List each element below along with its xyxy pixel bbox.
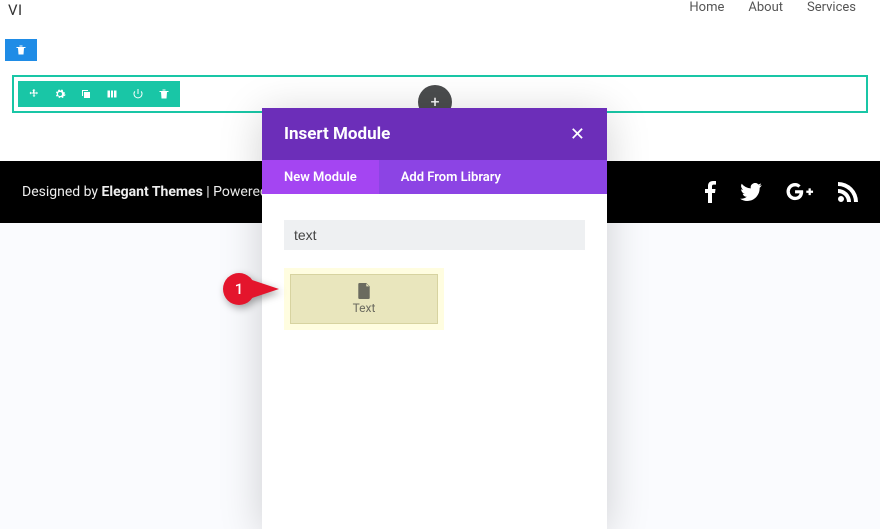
site-logo[interactable]: VI: [8, 0, 23, 19]
gear-icon[interactable]: [54, 88, 66, 100]
power-icon[interactable]: [132, 88, 144, 100]
insert-module-modal: Insert Module ✕ New Module Add From Libr…: [262, 108, 607, 529]
module-search-input[interactable]: [284, 220, 585, 250]
social-icons: [704, 181, 858, 203]
footer-text: Designed by Elegant Themes | Powered by: [22, 184, 286, 200]
tab-new-module[interactable]: New Module: [262, 160, 379, 194]
modal-tabs: New Module Add From Library: [262, 160, 607, 194]
modal-title: Insert Module: [284, 124, 390, 144]
module-text-label: Text: [353, 301, 376, 315]
nav-about[interactable]: About: [748, 0, 783, 15]
close-icon[interactable]: ✕: [570, 124, 585, 145]
twitter-icon[interactable]: [740, 183, 762, 201]
section-delete-button[interactable]: [5, 39, 37, 61]
top-nav: VI Home About Services: [0, 0, 880, 27]
modal-body: Text: [262, 194, 607, 529]
nav-services[interactable]: Services: [807, 0, 856, 15]
footer-prefix: Designed by: [22, 184, 102, 200]
row-toolbar[interactable]: [18, 81, 180, 107]
duplicate-icon[interactable]: [80, 88, 92, 100]
facebook-icon[interactable]: [704, 181, 716, 203]
modal-header[interactable]: Insert Module ✕: [262, 108, 607, 160]
annotation-callout: 1: [223, 273, 255, 305]
move-icon[interactable]: [28, 88, 40, 100]
nav-home[interactable]: Home: [689, 0, 724, 15]
module-text-tile[interactable]: Text: [290, 274, 438, 324]
footer-brand[interactable]: Elegant Themes: [102, 184, 203, 200]
nav-links: Home About Services: [689, 0, 856, 15]
google-plus-icon[interactable]: [786, 183, 814, 201]
trash-icon[interactable]: [158, 88, 170, 100]
text-module-icon: [357, 283, 371, 299]
annotation-number: 1: [223, 273, 255, 305]
rss-icon[interactable]: [838, 182, 858, 202]
columns-icon[interactable]: [106, 88, 118, 100]
tab-add-from-library[interactable]: Add From Library: [379, 160, 523, 194]
module-highlight: Text: [284, 268, 444, 330]
trash-icon: [15, 44, 27, 56]
